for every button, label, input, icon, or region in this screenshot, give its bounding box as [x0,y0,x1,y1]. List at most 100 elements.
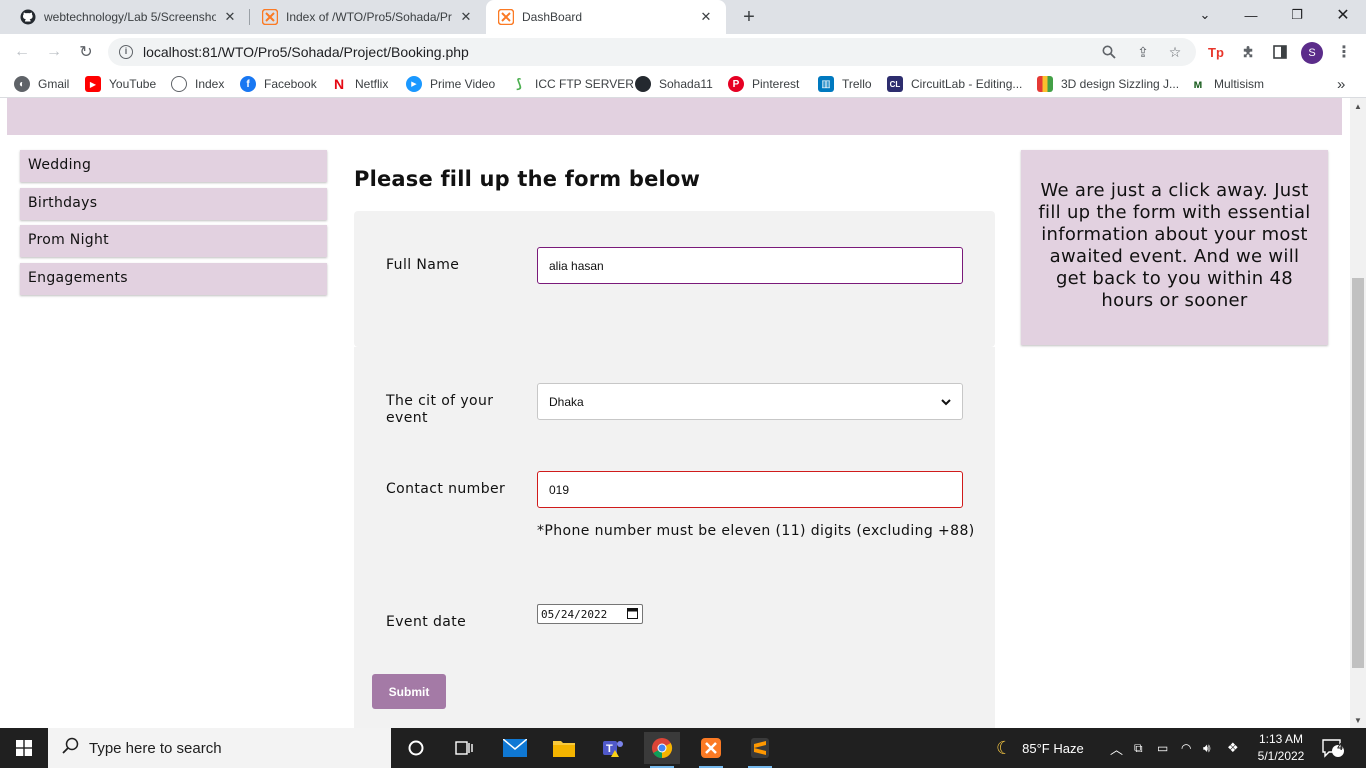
tab-dashboard[interactable]: DashBoard ✕ [486,0,726,34]
city-label: The cit of your event [386,393,494,426]
battery-icon[interactable]: ▭ [1157,728,1168,768]
extensions-puzzle-icon[interactable] [1238,42,1258,62]
close-tab-icon[interactable]: ✕ [222,9,238,25]
notification-center-icon[interactable]: 4 [1322,728,1346,768]
minimize-button[interactable]: — [1228,0,1274,30]
page-header-band [7,98,1342,135]
close-tab-icon[interactable]: ✕ [698,9,714,25]
scrollbar-thumb[interactable] [1352,278,1364,668]
calendar-icon[interactable] [627,607,638,622]
full-name-label: Full Name [386,257,460,273]
bookmark-youtube[interactable]: ▶ YouTube [85,75,156,93]
info-callout: We are just a click away. Just fill up t… [1021,150,1328,345]
task-view-icon[interactable] [446,732,482,764]
xampp-taskbar-icon[interactable] [693,732,729,768]
youtube-icon: ▶ [85,76,101,92]
form-card-name: Full Name alia hasan [354,211,995,347]
search-icon [62,737,79,759]
taskbar-clock[interactable]: 1:13 AM 5/1/2022 [1248,731,1314,765]
sidebar-item-prom-night[interactable]: Prom Night [20,225,327,257]
windows-start-icon[interactable] [0,728,48,768]
menu-kebab-icon[interactable]: ⋮ [1334,42,1354,62]
bookmark-label: YouTube [109,77,157,91]
mail-icon[interactable] [497,732,533,764]
address-bar[interactable]: i localhost:81/WTO/Pro5/Sohada/Project/B… [108,38,1196,66]
bookmark-icc-ftp[interactable]: ⟆ ICC FTP SERVER [511,75,634,93]
svg-text:T: T [606,743,613,755]
restore-button[interactable]: ❐ [1274,0,1320,30]
onedrive-sync-icon[interactable]: ⧉ [1134,728,1143,768]
bookmarks-overflow-icon[interactable]: » [1337,75,1345,93]
submit-button[interactable]: Submit [372,674,446,709]
bookmark-trello[interactable]: ▥ Trello [818,75,872,93]
side-panel-icon[interactable] [1270,42,1290,62]
back-arrow-icon[interactable]: ← [10,40,34,64]
bookmark-circuitlab[interactable]: CL CircuitLab - Editing... [887,75,1022,93]
volume-icon[interactable]: 🔊︎ [1203,728,1211,768]
tab-title: Index of /WTO/Pro5/Sohada/Pro [286,10,452,24]
bookmark-label: Multisism [1214,77,1264,91]
facebook-icon: f [240,76,256,92]
bookmark-multisism[interactable]: ᴍ Multisism [1190,75,1264,93]
chrome-icon[interactable] [644,732,680,768]
tab-github[interactable]: webtechnology/Lab 5/Screensho ✕ [8,0,250,34]
globe-icon [171,76,187,92]
github-icon [635,76,651,92]
bookmark-netflix[interactable]: N Netflix [331,75,388,93]
form-heading: Please fill up the form below [354,167,701,191]
weather-haze-icon: ☾ [996,737,1013,758]
sidebar-item-wedding[interactable]: Wedding [20,150,327,182]
city-select[interactable]: Dhaka [537,383,963,420]
wifi-icon[interactable]: ◠ [1181,728,1191,768]
bookmark-pinterest[interactable]: P Pinterest [728,75,799,93]
close-tab-icon[interactable]: ✕ [458,9,474,25]
close-window-button[interactable]: ✕ [1320,0,1366,30]
chevron-down-icon [941,395,951,409]
booking-form-section: Please fill up the form below Full Name … [354,150,995,728]
tab-search-icon[interactable]: ⌄ [1182,0,1228,30]
reload-icon[interactable]: ↻ [74,40,98,64]
bookmark-facebook[interactable]: f Facebook [240,75,317,93]
taskbar-search-box[interactable]: Type here to search [48,728,391,768]
zoom-icon[interactable] [1101,44,1117,60]
file-explorer-icon[interactable] [546,732,582,764]
clock-time: 1:13 AM [1258,732,1304,746]
scroll-up-arrow-icon[interactable]: ▲ [1350,98,1366,114]
dropbox-icon[interactable]: ❖ [1227,728,1239,768]
tab-strip: webtechnology/Lab 5/Screensho ✕ Index of… [0,0,1366,34]
sublime-text-icon[interactable] [742,732,778,768]
sidebar-item-birthdays[interactable]: Birthdays [20,187,327,220]
bookmark-prime-video[interactable]: ▶ Prime Video [406,75,495,93]
tab-index[interactable]: Index of /WTO/Pro5/Sohada/Pro ✕ [250,0,486,34]
event-date-input[interactable]: 05/24/2022 [537,604,643,624]
info-icon[interactable]: i [119,45,133,59]
share-icon[interactable]: ⇪ [1135,44,1151,60]
teams-icon[interactable]: T [595,732,631,764]
phone-hint-text: *Phone number must be eleven (11) digits… [537,523,975,539]
page-scrollbar[interactable]: ▲ ▼ [1350,98,1366,728]
bookmark-sohada11[interactable]: Sohada11 [635,75,713,93]
notification-badge: 4 [1337,742,1343,753]
contact-number-input[interactable]: 019 [537,471,963,508]
show-hidden-icons-icon[interactable]: ︿ [1110,728,1123,768]
full-name-input[interactable]: alia hasan [537,247,963,284]
sidebar-item-engagements[interactable]: Engagements [20,262,327,295]
bookmark-3d-design[interactable]: 3D design Sizzling J... [1037,75,1179,93]
page-viewport: Wedding Birthdays Prom Night Engagements… [0,98,1350,728]
bookmark-star-icon[interactable]: ☆ [1167,44,1183,60]
tab-title: webtechnology/Lab 5/Screensho [44,10,216,24]
cortana-icon[interactable] [398,732,434,764]
scroll-down-arrow-icon[interactable]: ▼ [1350,712,1366,728]
profile-avatar[interactable]: S [1301,42,1323,64]
bookmark-index[interactable]: Index [171,75,224,93]
weather-widget[interactable]: ☾ 85°F Haze [996,728,1084,768]
forward-arrow-icon[interactable]: → [42,40,66,64]
bookmark-label: Prime Video [430,77,496,91]
bookmark-gmail[interactable]: ◐ Gmail [14,75,69,93]
tp-extension-icon[interactable]: Tp [1206,42,1226,62]
search-placeholder: Type here to search [89,739,222,757]
tinkercad-icon [1037,76,1053,92]
trello-icon: ▥ [818,76,834,92]
sidebar: Wedding Birthdays Prom Night Engagements [20,150,327,300]
new-tab-button[interactable]: + [737,5,761,29]
